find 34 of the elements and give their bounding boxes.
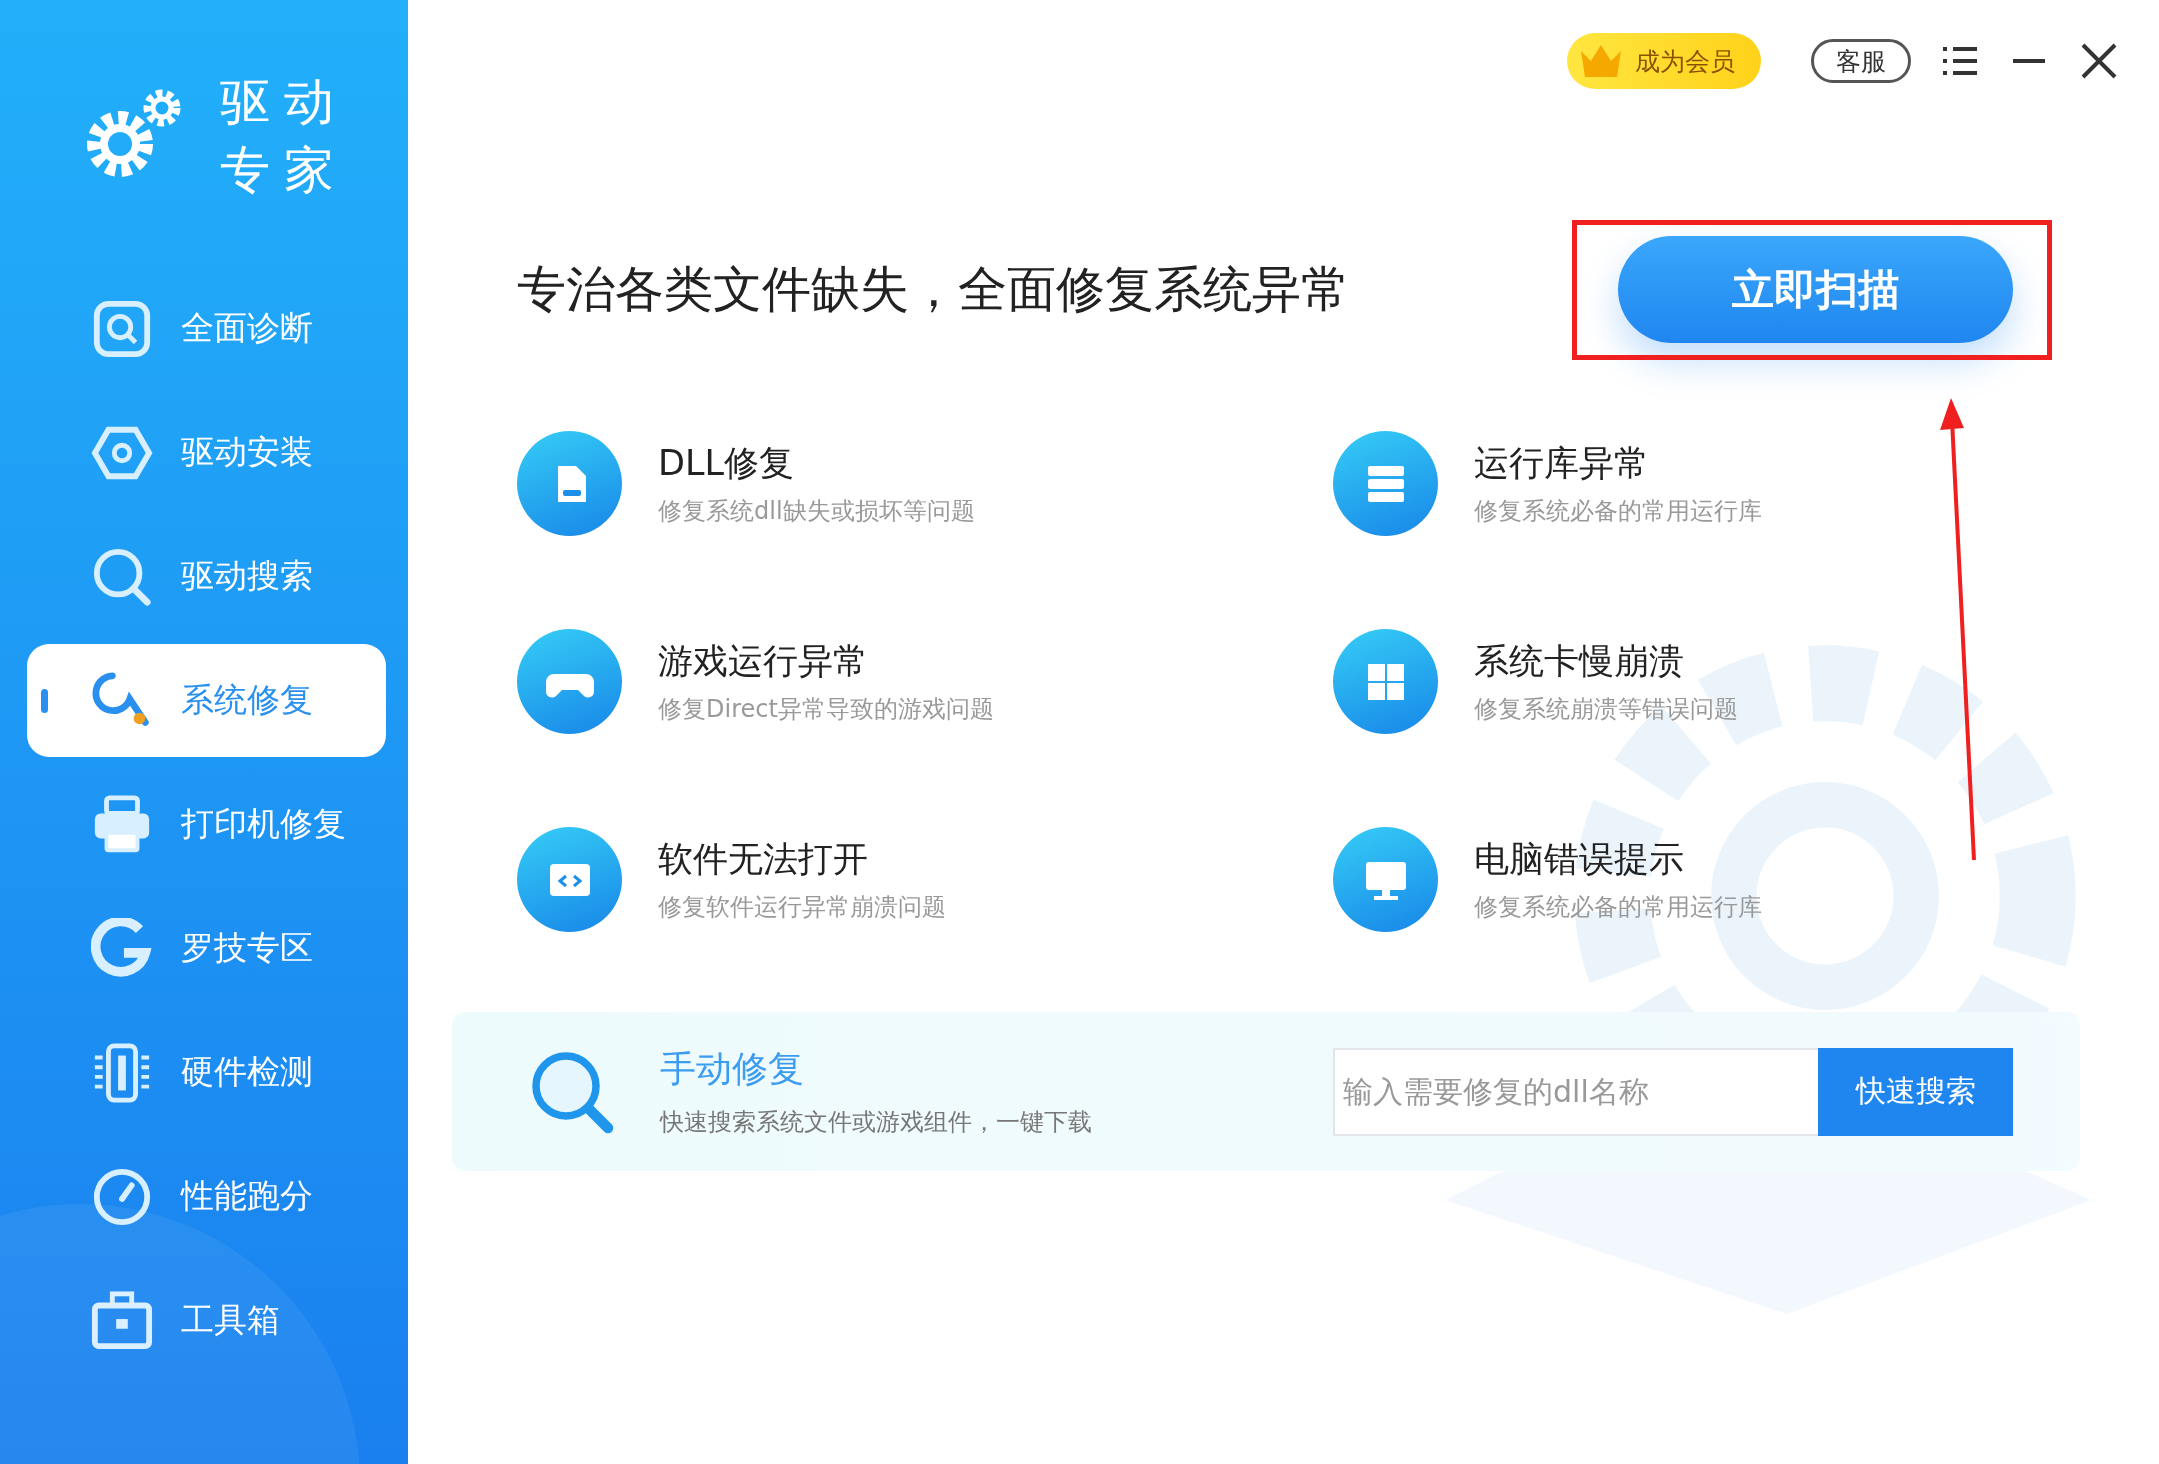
customer-service-button[interactable]: 客服 (1811, 39, 1911, 83)
feature-description: 修复系统dll缺失或损坏等问题 (658, 496, 975, 527)
g-letter-icon (91, 917, 153, 980)
feature-description: 修复系统必备的常用运行库 (1474, 892, 1762, 923)
feature-description: 修复系统崩溃等错误问题 (1474, 694, 1738, 725)
feature-title[interactable]: DLL修复 (658, 440, 975, 487)
feature-title[interactable]: 软件无法打开 (658, 836, 946, 883)
sidebar-item[interactable]: 全面诊断 (27, 272, 386, 385)
sidebar-item[interactable]: 性能跑分 (27, 1140, 386, 1253)
manual-repair-title: 手动修复 (660, 1047, 805, 1091)
feature-title[interactable]: 电脑错误提示 (1474, 836, 1762, 883)
headline: 专治各类文件缺失，全面修复系统异常 (517, 259, 1350, 320)
manual-repair-description: 快速搜索系统文件或游戏组件，一键下载 (660, 1107, 1093, 1138)
feature-title[interactable]: 游戏运行异常 (658, 638, 994, 685)
sidebar-item[interactable]: 驱动安装 (27, 396, 386, 509)
feature-title[interactable]: 运行库异常 (1474, 440, 1762, 487)
feature-description: 修复系统必备的常用运行库 (1474, 496, 1762, 527)
sidebar-item[interactable]: 系统修复 (27, 644, 386, 757)
selection-indicator (41, 688, 48, 713)
member-button[interactable]: 成为会员 (1567, 33, 1761, 89)
quick-search-button[interactable]: 快速搜索 (1818, 1047, 2013, 1136)
feature-description: 修复Direct异常导致的游戏问题 (658, 694, 994, 725)
scan-button[interactable]: 立即扫描 (1618, 236, 2013, 343)
sidebar-item[interactable]: 打印机修复 (27, 768, 386, 881)
logo-text: 驱动 (220, 72, 348, 133)
sidebar-item[interactable]: 罗技专区 (27, 892, 386, 1005)
feature-title[interactable]: 系统卡慢崩溃 (1474, 638, 1738, 685)
sidebar-item[interactable]: 驱动搜索 (27, 520, 386, 633)
sidebar-item[interactable]: 工具箱 (27, 1264, 386, 1377)
logo-text: 专家 (220, 140, 348, 201)
dll-search-field[interactable]: 输入需要修复的dll名称 (1333, 1047, 1818, 1136)
feature-description: 修复软件运行异常崩溃问题 (658, 892, 946, 923)
sidebar-item[interactable]: 硬件检测 (27, 1016, 386, 1129)
toolbox-icon (91, 1289, 153, 1352)
